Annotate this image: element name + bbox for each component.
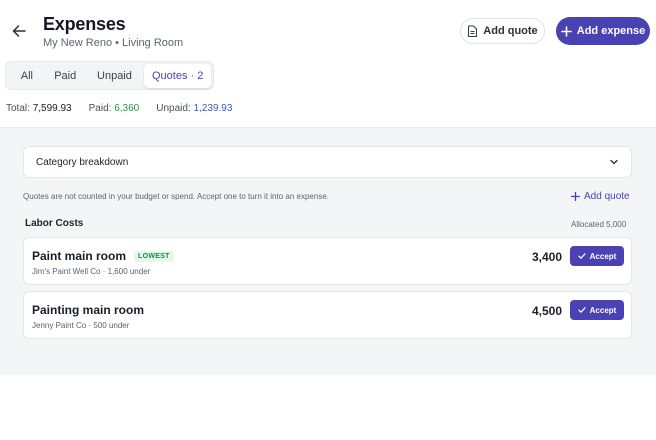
paid-label: Paid: bbox=[88, 103, 112, 114]
page-subtitle: My New Reno • Living Room bbox=[43, 37, 184, 49]
filter-tabs: All Paid Unpaid Quotes · 2 bbox=[5, 61, 214, 90]
check-icon bbox=[578, 253, 586, 259]
check-icon bbox=[578, 307, 586, 313]
add-quote-link-label: Add quote bbox=[584, 191, 630, 202]
accept-button[interactable]: Accept bbox=[570, 246, 624, 266]
quote-vendor: Jenny Paint Co · 500 under bbox=[32, 321, 130, 330]
arrow-left-icon bbox=[12, 25, 26, 37]
paid-stat: Paid: 6,360 bbox=[89, 103, 140, 114]
total-value: 7,599.93 bbox=[32, 103, 72, 114]
document-icon bbox=[468, 24, 478, 37]
allocated-amount: Allocated 5,000 bbox=[571, 220, 627, 229]
quotes-panel: Category breakdown Quotes are not counte… bbox=[0, 128, 656, 375]
tab-paid[interactable]: Paid bbox=[46, 64, 85, 88]
quote-amount: 3,400 bbox=[532, 250, 563, 264]
unpaid-stat: Unpaid: 1,239.93 bbox=[156, 103, 232, 114]
quote-name-row: Painting main room bbox=[32, 303, 144, 317]
total-stat: Total: 7,599.93 bbox=[6, 103, 72, 114]
totals-summary: Total: 7,599.93 Paid: 6,360 Unpaid: 1,23… bbox=[6, 103, 232, 114]
unpaid-value: 1,239.93 bbox=[193, 103, 233, 114]
quote-name: Painting main room bbox=[32, 303, 145, 317]
tab-unpaid[interactable]: Unpaid bbox=[85, 64, 145, 88]
add-quote-label: Add quote bbox=[483, 25, 538, 37]
quote-card: Painting main room Jenny Paint Co · 500 … bbox=[23, 291, 632, 339]
add-expense-button[interactable]: Add expense bbox=[556, 17, 650, 45]
page-title: Expenses bbox=[43, 14, 126, 34]
chevron-down-icon bbox=[610, 159, 618, 165]
accept-label: Accept bbox=[589, 305, 617, 315]
quote-name-row: Paint main room LOWEST bbox=[32, 249, 174, 263]
category-breakdown-toggle[interactable]: Category breakdown bbox=[23, 146, 632, 178]
plus-icon bbox=[560, 25, 572, 37]
lowest-badge: LOWEST bbox=[134, 250, 174, 262]
tab-all[interactable]: All bbox=[8, 64, 46, 88]
total-label: Total: bbox=[6, 103, 30, 114]
accept-label: Accept bbox=[589, 251, 617, 261]
plus-icon bbox=[571, 192, 580, 201]
page-header: Expenses My New Reno • Living Room Add q… bbox=[0, 0, 656, 128]
add-quote-link[interactable]: Add quote bbox=[571, 191, 630, 202]
add-expense-label: Add expense bbox=[576, 25, 646, 37]
unpaid-label: Unpaid: bbox=[156, 103, 191, 114]
tab-quotes[interactable]: Quotes · 2 bbox=[144, 63, 211, 88]
quote-name: Paint main room bbox=[32, 249, 127, 263]
back-button[interactable] bbox=[8, 20, 30, 42]
quotes-note: Quotes are not counted in your budget or… bbox=[23, 192, 329, 201]
paid-value: 6,360 bbox=[114, 103, 140, 114]
accept-button[interactable]: Accept bbox=[570, 300, 624, 320]
add-quote-button[interactable]: Add quote bbox=[460, 18, 545, 44]
quote-amount: 4,500 bbox=[532, 304, 563, 318]
section-title: Labor Costs bbox=[25, 218, 84, 229]
quote-vendor: Jim's Paint Well Co · 1,600 under bbox=[32, 267, 151, 276]
quote-card: Paint main room LOWEST Jim's Paint Well … bbox=[23, 237, 632, 285]
category-breakdown-label: Category breakdown bbox=[36, 156, 129, 168]
